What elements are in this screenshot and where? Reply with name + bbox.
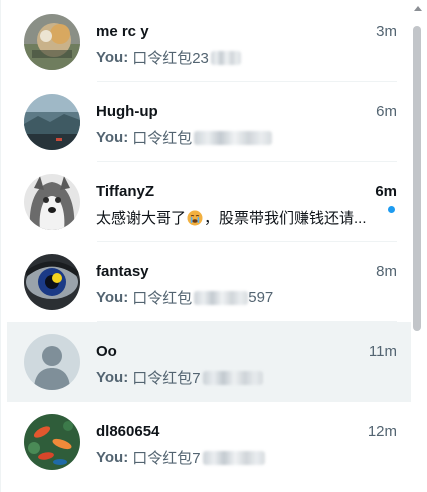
conversation-preview: You: 口令红包7 [96,367,263,388]
preview-text: 口令红包23 [132,50,209,67]
preview-text-tail: 597 [248,289,274,306]
conversation-item[interactable]: Hugh-up 6m You: 口令红包 [7,82,411,162]
landscape-photo-avatar[interactable] [24,94,80,150]
conversation-item[interactable]: me rc y 3m You: 口令红包23 [7,2,411,82]
conversation-item[interactable]: fantasy 8m You: 口令红包 597 [7,242,411,322]
redacted-text [202,370,263,385]
eye-photo-avatar[interactable] [24,254,80,310]
conversation-preview: 太感谢大哥了 ，股票带我们赚钱还请... [96,207,367,228]
preview-text: 口令红包 [132,290,193,307]
conversation-preview: You: 口令红包 [96,127,273,148]
koi-fish-avatar[interactable] [24,414,80,470]
preview-text: 口令红包7 [132,370,201,387]
you-prefix: You: [96,129,129,146]
preview-text-continued: ，股票带我们赚钱还请... [204,210,367,227]
conversation-time: 8m [376,263,397,280]
conversation-item-selected[interactable]: Oo 11m You: 口令红包7 [7,322,411,402]
unread-indicator-icon [388,206,395,213]
preview-text: 太感谢大哥了 [96,210,187,227]
preview-text: 口令红包7 [132,450,201,467]
conversation-preview: You: 口令红包7 [96,447,265,468]
conversation-time: 3m [376,23,397,40]
husky-dog-avatar[interactable] [24,174,80,230]
you-prefix: You: [96,369,129,386]
redacted-text [210,50,241,65]
hamster-photo-avatar[interactable] [24,14,80,70]
conversation-item[interactable]: TiffanyZ 6m 太感谢大哥了 ，股票带我们赚钱还请... [7,162,411,242]
conversation-time: 6m [375,183,397,200]
default-user-avatar[interactable] [24,334,80,390]
you-prefix: You: [96,49,129,66]
you-prefix: You: [96,449,129,466]
conversation-time: 12m [367,423,397,440]
conversation-name: Hugh-up [96,103,158,120]
conversation-preview: You: 口令红包 597 [96,287,273,308]
you-prefix: You: [96,289,129,306]
scrollbar-thumb[interactable] [413,26,421,331]
conversation-time: 6m [376,103,397,120]
dm-conversation-list: me rc y 3m You: 口令红包23 Hugh-up 6m You: 口… [0,0,427,492]
conversation-preview: You: 口令红包23 [96,47,241,68]
conversation-name: fantasy [96,263,149,280]
redacted-text [194,290,249,305]
conversation-time: 11m [368,343,397,360]
scroll-up-arrow-icon[interactable] [414,6,422,11]
conversation-name: TiffanyZ [96,183,155,200]
conversation-name: dl860654 [96,423,160,440]
redacted-text [194,130,273,145]
conversation-item[interactable]: dl860654 12m You: 口令红包7 [7,402,411,482]
preview-text: 口令红包 [132,130,193,147]
conversation-name: Oo [96,343,117,360]
redacted-text [202,450,265,465]
conversation-name: me rc y [96,23,149,40]
sob-face-emoji [187,210,203,226]
